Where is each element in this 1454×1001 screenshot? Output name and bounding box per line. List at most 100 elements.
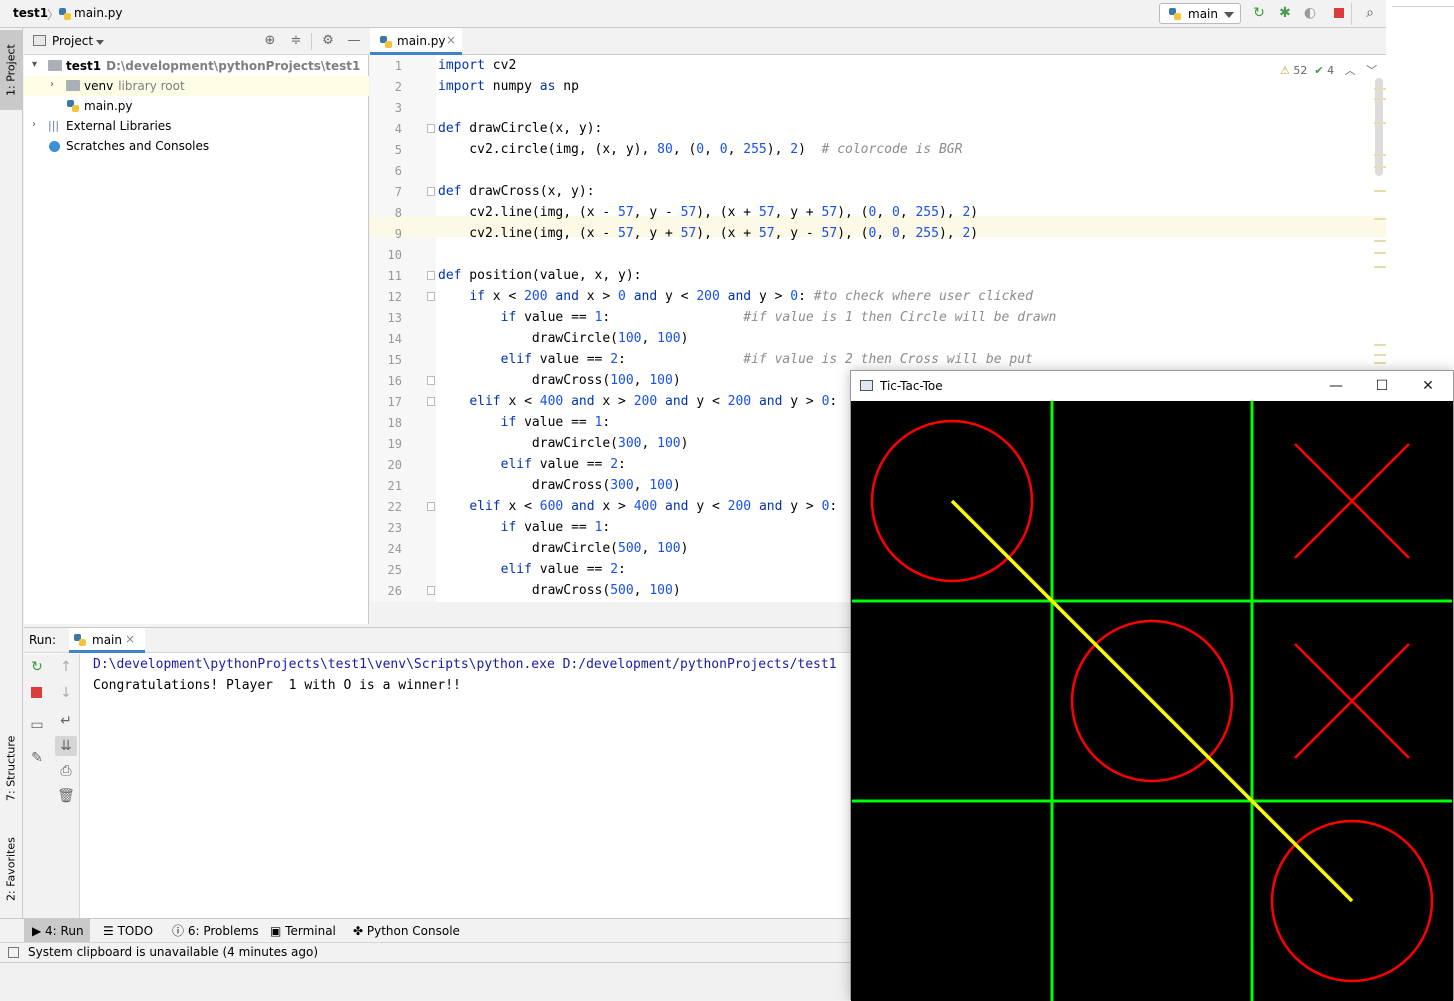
code-line: if value == 1: #if value is 1 then Circl…: [500, 310, 1057, 325]
line-number: 13: [387, 311, 402, 325]
line-number: 18: [387, 416, 402, 430]
tree-item-label: Scratches and Consoles: [66, 139, 210, 153]
tree-item-main-py[interactable]: main.py: [24, 96, 369, 116]
debug-icon[interactable]: ✱: [1277, 5, 1293, 21]
tree-item-path: D:\development\pythonProjects\test1: [106, 59, 361, 73]
weak-warning-count: 4: [1327, 64, 1335, 77]
chevron-up-icon[interactable]: ︿: [1345, 64, 1356, 77]
gear-icon[interactable]: ⚙: [320, 33, 336, 49]
toolbar-separator: [1351, 3, 1352, 25]
stripe-mark: [1374, 266, 1386, 268]
fold-marker-icon[interactable]: [427, 124, 435, 133]
tool-window-todo[interactable]: ☰ TODO: [103, 919, 153, 943]
tool-tab-favorites[interactable]: 2: Favorites: [0, 828, 22, 910]
print-icon[interactable]: ⎙: [57, 762, 75, 780]
fold-marker-icon[interactable]: [427, 586, 435, 595]
stop-icon[interactable]: [1331, 5, 1347, 21]
rerun-icon[interactable]: ↻: [28, 658, 46, 676]
code-line: elif x < 600 and x > 400 and y < 200 and…: [469, 499, 838, 514]
run-configuration-select[interactable]: main: [1159, 3, 1241, 24]
scroll-to-end-icon[interactable]: ⇊: [55, 736, 77, 756]
run-tab-main[interactable]: main ×: [69, 628, 145, 653]
fold-marker-icon[interactable]: [427, 187, 435, 196]
stop-icon[interactable]: [28, 684, 46, 702]
rerun-icon[interactable]: ↻: [1251, 5, 1267, 21]
folder-icon: [33, 35, 46, 46]
editor-tab-main-py[interactable]: main.py ×: [370, 28, 462, 55]
fold-marker-icon[interactable]: [427, 292, 435, 301]
header-separator: [311, 33, 312, 50]
app-icon: [860, 380, 873, 391]
close-icon[interactable]: ×: [125, 632, 135, 646]
arrow-up-icon[interactable]: ↑: [57, 658, 75, 676]
code-line: if x < 200 and x > 0 and y < 200 and y >…: [469, 289, 1033, 304]
soft-wrap-icon[interactable]: ↵: [57, 712, 75, 730]
game-board[interactable]: [851, 401, 1453, 1001]
breadcrumb-project[interactable]: test1: [13, 6, 48, 20]
line-number: 16: [387, 374, 402, 388]
chevron-down-icon[interactable]: ﹀: [1366, 64, 1377, 77]
tool-tab-structure[interactable]: 7: Structure: [0, 728, 22, 808]
line-number: 6: [394, 164, 402, 178]
console-command-line: D:\development\pythonProjects\test1\venv…: [93, 657, 837, 672]
tree-item-test1[interactable]: ▾ test1 D:\development\pythonProjects\tes…: [24, 56, 369, 76]
minimize-button[interactable]: —: [1313, 375, 1359, 397]
close-button[interactable]: ✕: [1405, 375, 1451, 397]
code-line: drawCircle(500, 100): [438, 541, 689, 556]
python-console-icon: ✤: [353, 924, 364, 938]
tool-window-python-console[interactable]: ✤ Python Console: [353, 919, 460, 943]
coverage-icon[interactable]: ◐: [1302, 5, 1318, 21]
code-line: def drawCircle(x, y):: [438, 121, 603, 136]
status-toggle-icon[interactable]: [8, 947, 19, 958]
tree-item-external-libraries[interactable]: › ||| External Libraries: [24, 116, 369, 136]
fold-marker-icon[interactable]: [427, 502, 435, 511]
project-panel-header: Project ⊕ ≑ ⚙ —: [24, 28, 369, 55]
tree-item-label: main.py: [84, 99, 133, 113]
line-number: 2: [394, 80, 402, 94]
arrow-down-icon[interactable]: ↓: [57, 684, 75, 702]
code-line: drawCircle(300, 100): [438, 436, 689, 451]
fold-marker-icon[interactable]: [427, 376, 435, 385]
trash-icon[interactable]: 🗑: [57, 787, 75, 805]
fold-marker-icon[interactable]: [427, 271, 435, 280]
stripe-mark: [1374, 154, 1386, 156]
run-configuration-label: main: [1188, 7, 1218, 21]
maximize-button[interactable]: ☐: [1359, 375, 1405, 397]
close-icon[interactable]: ×: [446, 33, 456, 47]
pin-icon[interactable]: ✎: [28, 749, 46, 767]
window-titlebar[interactable]: Tic-Tac-Toe — ☐ ✕: [851, 371, 1453, 401]
tool-tab-project[interactable]: 1: Project: [0, 30, 22, 110]
collapse-all-icon[interactable]: ≑: [288, 33, 304, 49]
search-icon[interactable]: ⌕: [1362, 5, 1378, 21]
locate-icon[interactable]: ⊕: [262, 33, 278, 49]
editor-tab-label: main.py: [397, 34, 446, 48]
tool-window-todo-label: TODO: [117, 924, 154, 938]
stripe-mark: [1374, 218, 1386, 220]
warning-icon: ⚠: [1280, 64, 1290, 77]
tree-item-note: library root: [118, 79, 185, 93]
layout-icon[interactable]: ▭: [28, 716, 46, 734]
line-number: 14: [387, 332, 402, 346]
project-view-select[interactable]: Project: [52, 34, 93, 48]
line-number: 15: [387, 353, 402, 367]
navigation-bar: test1 〉 main.py main ↻ ✱ ◐ ⌕: [0, 0, 1386, 28]
hide-icon[interactable]: —: [346, 33, 362, 49]
python-file-icon: [59, 8, 71, 20]
stripe-mark: [1374, 240, 1386, 242]
tree-item-scratches[interactable]: Scratches and Consoles: [24, 136, 369, 156]
line-number: 21: [387, 479, 402, 493]
breadcrumb-file[interactable]: main.py: [74, 6, 123, 20]
tool-window-run[interactable]: ▶ 4: Run: [24, 919, 90, 943]
inspection-widget[interactable]: ⚠ 52 ✔ 4 ︿ ﹀: [1280, 62, 1377, 78]
code-line: drawCircle(100, 100): [438, 331, 689, 346]
winning-line: [950, 499, 1354, 903]
fold-marker-icon[interactable]: [427, 397, 435, 406]
library-icon: |||: [48, 119, 60, 132]
line-number: 11: [387, 269, 402, 283]
tree-item-venv[interactable]: › venv library root: [24, 76, 369, 96]
line-number: 4: [394, 122, 402, 136]
tool-window-terminal[interactable]: ▣ Terminal: [270, 919, 336, 943]
tree-item-label: test1: [66, 59, 102, 73]
tool-window-console-label: Python Console: [366, 924, 460, 938]
tool-window-problems[interactable]: ⓘ 6: Problems: [172, 919, 259, 943]
